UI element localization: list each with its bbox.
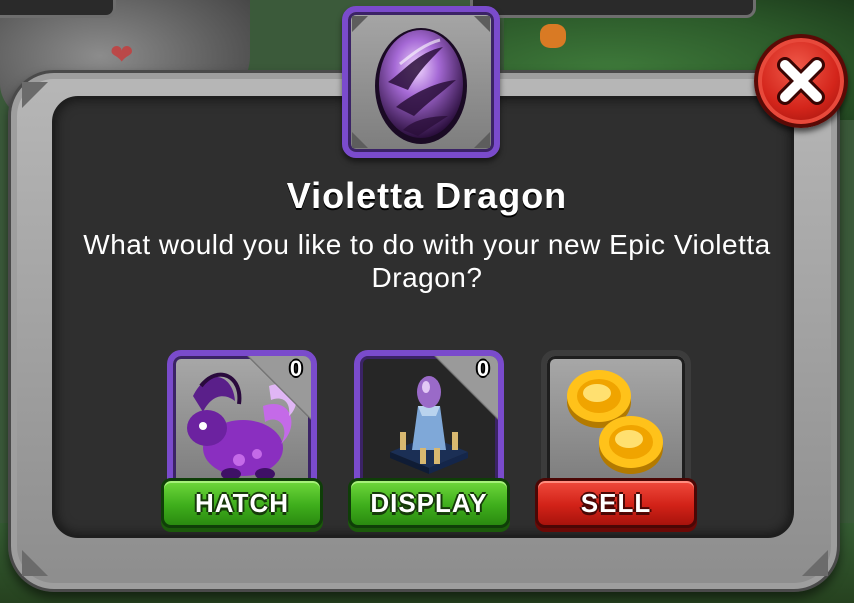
violetta-egg-icon (375, 28, 467, 144)
sell-option[interactable]: SELL (535, 350, 697, 532)
hud-bar-right (470, 0, 756, 18)
sell-button[interactable]: SELL (535, 478, 697, 528)
hatch-button[interactable]: HATCH (161, 478, 323, 528)
display-option[interactable]: 0 DISPLAY (348, 350, 510, 532)
frame-corner-bolt (22, 550, 48, 576)
dialog-title: Violetta Dragon (286, 175, 568, 216)
close-x-icon (777, 57, 825, 105)
display-button[interactable]: DISPLAY (348, 478, 510, 528)
dialog-prompt: What would you like to do with your new … (83, 229, 771, 293)
egg-tile (342, 6, 500, 158)
frame-corner-bolt (802, 550, 828, 576)
close-button[interactable] (754, 34, 848, 128)
hatch-option[interactable]: 0 HATCH (161, 350, 323, 532)
display-count: 0 (476, 356, 490, 381)
heart-icon: ❤ (110, 39, 134, 70)
background-decoration (540, 24, 566, 48)
hud-bar-left (0, 0, 116, 18)
frame-corner-bolt (22, 82, 48, 108)
gold-coins-icon (567, 370, 663, 474)
hatch-count: 0 (289, 356, 303, 381)
